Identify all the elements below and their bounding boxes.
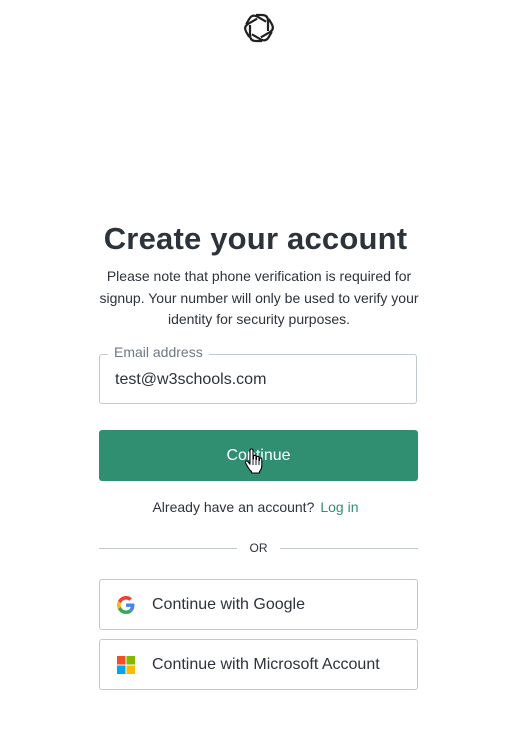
login-link[interactable]: Log in [320,499,358,515]
google-icon [117,596,135,614]
email-field-label: Email address [108,343,209,361]
phone-verification-notice: Please note that phone verification is r… [99,268,419,327]
continue-with-google-button[interactable]: Continue with Google [99,579,418,630]
page-title: Create your account [103,221,408,256]
divider-line-right [280,548,418,549]
login-prompt-text: Already have an account? [152,499,315,515]
microsoft-button-label: Continue with Microsoft Account [152,656,380,673]
hand-cursor-icon [244,448,264,474]
openai-logo-icon [242,11,276,45]
microsoft-icon [117,656,135,674]
login-prompt: Already have an account? Log in [0,499,511,515]
google-button-label: Continue with Google [152,596,305,613]
continue-with-microsoft-button[interactable]: Continue with Microsoft Account [99,639,418,690]
signup-page: Create your account Please note that pho… [0,0,511,748]
or-divider: OR [99,540,418,556]
email-field[interactable] [115,370,405,390]
